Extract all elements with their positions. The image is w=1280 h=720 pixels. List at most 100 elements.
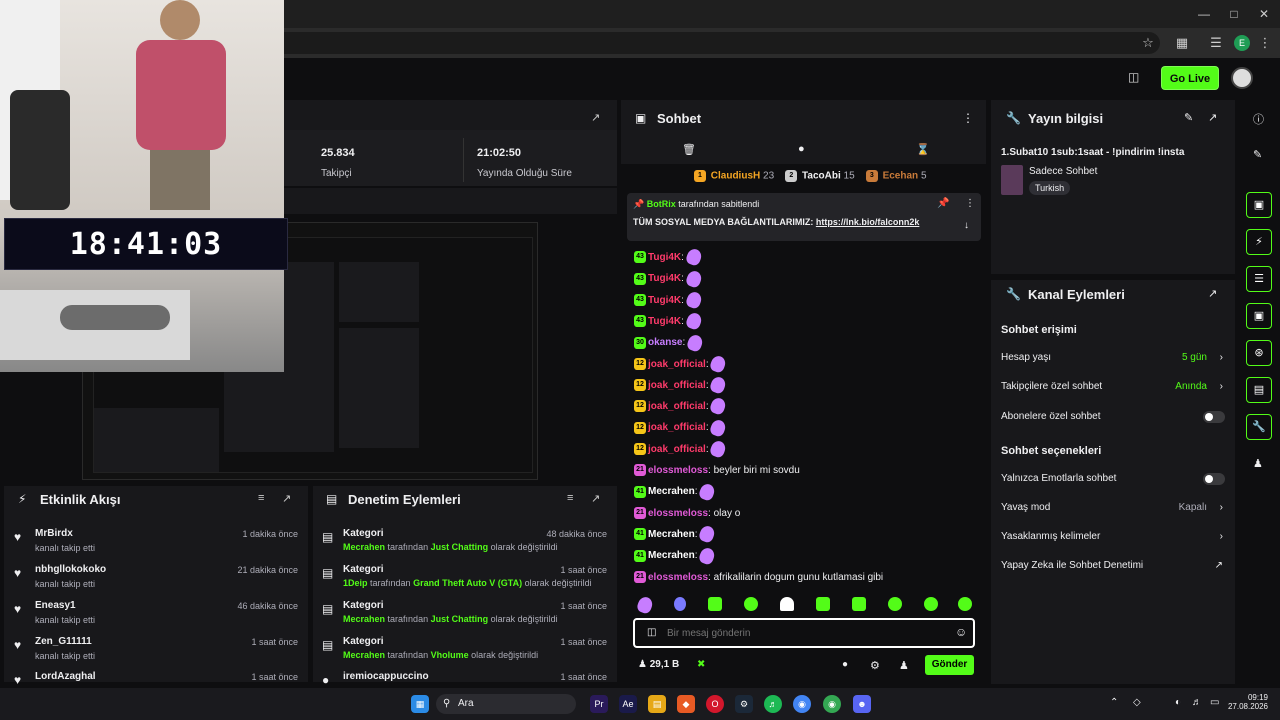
minimize-icon[interactable]: — — [1196, 6, 1212, 22]
mod-user[interactable]: 1Deip — [343, 578, 368, 588]
activity-user[interactable]: LordAzaghal — [35, 671, 96, 682]
subscribers-only-toggle[interactable] — [1203, 411, 1225, 423]
pencil-icon[interactable]: ✎ — [1184, 111, 1193, 124]
menu-dots-icon[interactable]: ⋮ — [1257, 35, 1273, 51]
subscribers-only-setting[interactable]: Abonelere özel sohbet — [1001, 407, 1225, 427]
popout-icon[interactable]: ↗ — [591, 111, 600, 124]
hourglass-icon[interactable]: ⌛ — [916, 143, 930, 156]
moderation-icon[interactable]: ▤ — [1246, 377, 1272, 403]
extensions-icon[interactable]: ▦ — [1174, 35, 1190, 51]
media-control-icon[interactable]: ☰ — [1208, 35, 1224, 51]
opera-icon[interactable]: O — [706, 695, 724, 713]
chat-username[interactable]: Tugi4K — [648, 252, 681, 263]
stream-category[interactable]: Sadece Sohbet — [1029, 166, 1097, 177]
chat-username[interactable]: Mecrahen — [648, 529, 695, 540]
taskbar-search[interactable]: ⚲ Ara — [436, 694, 576, 714]
emote-icon[interactable] — [780, 597, 794, 611]
folder-icon[interactable]: ▤ — [648, 695, 666, 713]
gear-icon[interactable]: ⚙ — [870, 659, 880, 672]
chat-bubble-icon[interactable]: ● — [842, 659, 848, 670]
popout-icon[interactable]: ↗ — [1208, 287, 1217, 300]
volume-icon[interactable]: ♬ — [1192, 697, 1202, 708]
bookmark-star-icon[interactable]: ☆ — [1140, 35, 1156, 51]
chat-username[interactable]: Tugi4K — [648, 273, 681, 284]
emote-icon[interactable] — [674, 597, 686, 611]
users-icon[interactable]: ♟ — [1253, 457, 1263, 470]
unpin-icon[interactable]: 📌 — [937, 198, 949, 209]
after-effects-icon[interactable]: Ae — [619, 695, 637, 713]
spotify-icon[interactable]: ♬ — [764, 695, 782, 713]
emote-icon[interactable] — [888, 597, 902, 611]
profile-icon[interactable]: E — [1234, 35, 1250, 51]
emote-icon[interactable] — [744, 597, 758, 611]
go-live-button[interactable]: Go Live — [1161, 66, 1219, 90]
followers-only-setting[interactable]: Takipçilere özel sohbet Anında › — [1001, 377, 1225, 397]
chat-username[interactable]: joak_official — [648, 380, 706, 391]
address-bar[interactable] — [160, 32, 1160, 54]
chat-username[interactable]: joak_official — [648, 422, 706, 433]
arrow-down-icon[interactable]: ↓ — [964, 220, 969, 231]
wrench-icon[interactable]: 🔧 — [1246, 414, 1272, 440]
emoji-icon[interactable]: ☺ — [955, 625, 967, 639]
discord-icon[interactable]: ☻ — [853, 695, 871, 713]
emote-icon[interactable] — [708, 597, 722, 611]
broadcast-icon[interactable]: ⊛ — [1246, 340, 1272, 366]
emote-icon[interactable] — [924, 597, 938, 611]
mod-user[interactable]: Mecrahen — [343, 614, 385, 624]
chat-username[interactable]: elossmeloss — [648, 465, 708, 476]
popout-icon[interactable]: ↗ — [591, 492, 600, 505]
activity-user[interactable]: MrBirdx — [35, 528, 73, 539]
user-avatar[interactable] — [1231, 67, 1253, 89]
close-icon[interactable]: ✕ — [1256, 6, 1272, 22]
battery-icon[interactable]: ▭ — [1210, 697, 1219, 708]
shield-icon[interactable]: ◫ — [1128, 70, 1142, 84]
activity-user[interactable]: nbhgllokokoko — [35, 564, 106, 575]
activity-user[interactable]: Zen_G11111 — [35, 636, 92, 647]
mod-user[interactable]: Mecrahen — [343, 650, 385, 660]
gifter-name[interactable]: Ecehan — [883, 171, 919, 182]
popout-icon[interactable]: ↗ — [282, 492, 291, 505]
pinned-by-user[interactable]: BotRix — [647, 199, 676, 209]
chat-icon[interactable]: ▣ — [1246, 303, 1272, 329]
windows-start-icon[interactable]: ▦ — [411, 695, 429, 713]
list-icon[interactable]: ☰ — [1246, 266, 1272, 292]
wifi-icon[interactable]: ◐ — [1175, 697, 1181, 708]
premiere-icon[interactable]: Pr — [590, 695, 608, 713]
chat-username[interactable]: okanse — [648, 337, 682, 348]
emote-icon[interactable] — [816, 597, 830, 611]
banned-words-setting[interactable]: Yasaklanmış kelimeler › — [1001, 527, 1225, 547]
maximize-icon[interactable]: □ — [1226, 6, 1242, 22]
info-icon[interactable]: ⓘ — [1253, 111, 1264, 127]
brave-icon[interactable]: ◆ — [677, 695, 695, 713]
emote-icon[interactable] — [958, 597, 972, 611]
pinned-link[interactable]: https://lnk.bio/falconn2k — [816, 217, 920, 227]
more-options-icon[interactable]: ⋮ — [965, 198, 975, 209]
chat-bubble-icon[interactable]: ● — [798, 143, 805, 155]
activity-user[interactable]: Eneasy1 — [35, 600, 76, 611]
more-options-icon[interactable]: ⋮ — [962, 111, 974, 125]
chat-input[interactable] — [667, 625, 947, 641]
emote-icon[interactable] — [635, 595, 655, 615]
emotes-only-toggle[interactable] — [1203, 473, 1225, 485]
filter-icon[interactable]: ≡ — [258, 492, 264, 504]
filter-icon[interactable]: ≡ — [567, 492, 573, 504]
slow-mode-setting[interactable]: Yavaş mod Kapalı › — [1001, 498, 1225, 518]
emote-icon[interactable] — [852, 597, 866, 611]
steam-icon[interactable]: ⚙ — [735, 695, 753, 713]
chat-username[interactable]: joak_official — [648, 359, 706, 370]
chat-username[interactable]: elossmeloss — [648, 508, 708, 519]
stream-tag[interactable]: Turkish — [1029, 181, 1071, 195]
chevron-up-icon[interactable]: ⌃ — [1110, 697, 1118, 708]
chat-username[interactable]: Tugi4K — [648, 316, 681, 327]
popout-icon[interactable]: ↗ — [1208, 111, 1217, 124]
gifter-name[interactable]: ClaudiusH — [711, 171, 760, 182]
chrome-icon[interactable]: ◉ — [823, 695, 841, 713]
emotes-only-setting[interactable]: Yalnızca Emotlarla sohbet — [1001, 469, 1225, 489]
send-button[interactable]: Gönder — [925, 655, 974, 675]
ai-moderation-setting[interactable]: Yapay Zeka ile Sohbet Denetimi ↗ — [1001, 556, 1225, 576]
pencil-icon[interactable]: ✎ — [1253, 148, 1262, 161]
chat-username[interactable]: Mecrahen — [648, 486, 695, 497]
mod-user[interactable]: Mecrahen — [343, 542, 385, 552]
chat-username[interactable]: joak_official — [648, 444, 706, 455]
chat-username[interactable]: Mecrahen — [648, 550, 695, 561]
